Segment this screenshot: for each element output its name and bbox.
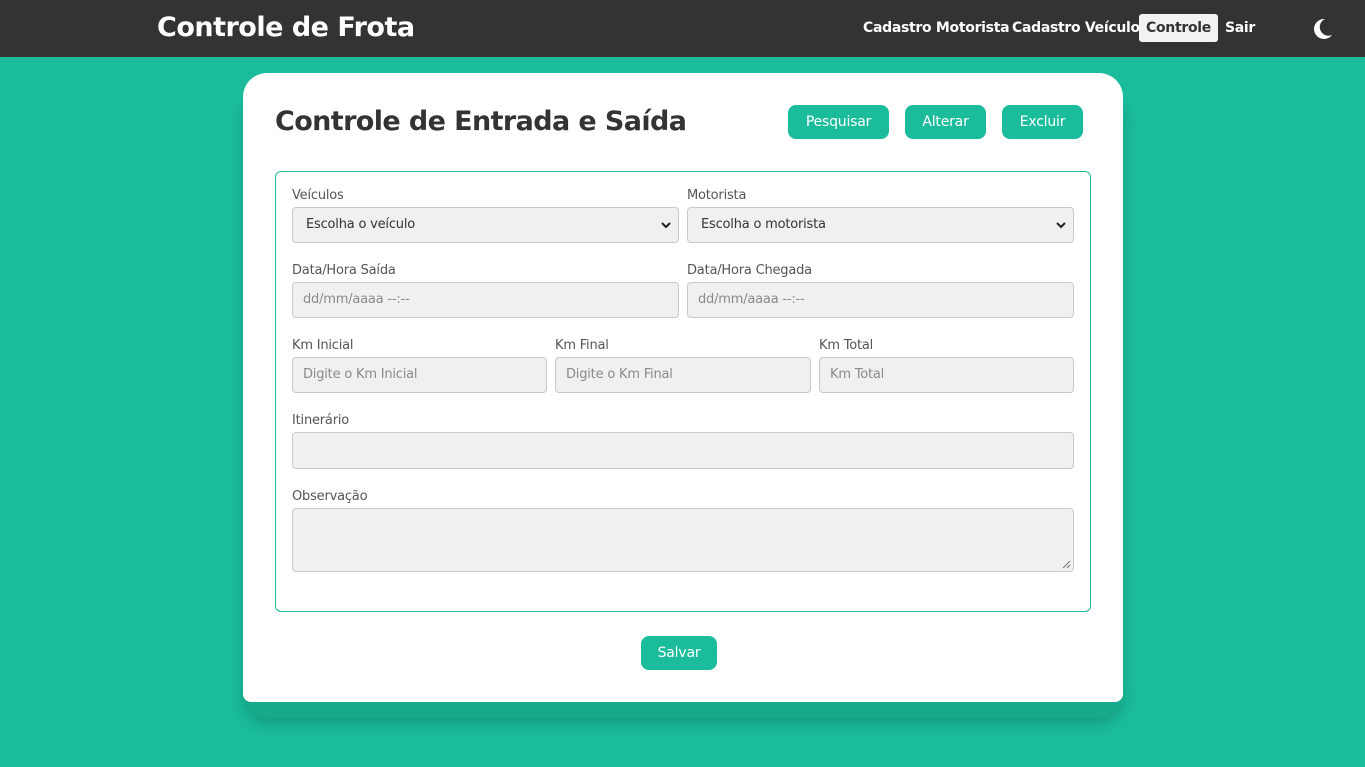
departure-label: Data/Hora Saída	[292, 263, 396, 278]
moon-icon[interactable]	[1309, 16, 1335, 42]
search-button[interactable]: Pesquisar	[788, 105, 889, 139]
km-end-label: Km Final	[555, 338, 609, 353]
edit-button[interactable]: Alterar	[905, 105, 986, 139]
km-total-label: Km Total	[819, 338, 874, 353]
vehicle-select-value: Escolha o veículo	[306, 217, 415, 232]
arrival-placeholder: dd/mm/aaaa --:--	[698, 292, 805, 307]
nav-cadastro-veiculo[interactable]: Cadastro Veículo	[1005, 14, 1147, 42]
chevron-down-icon	[1056, 222, 1066, 229]
chevron-down-icon	[661, 222, 671, 229]
itinerary-input[interactable]	[292, 432, 1074, 469]
arrival-datetime-input[interactable]: dd/mm/aaaa --:--	[687, 282, 1074, 318]
km-end-placeholder: Digite o Km Final	[566, 367, 673, 382]
driver-label: Motorista	[687, 188, 747, 203]
driver-select[interactable]: Escolha o motorista	[687, 207, 1074, 243]
departure-datetime-input[interactable]: dd/mm/aaaa --:--	[292, 282, 679, 318]
vehicle-select[interactable]: Escolha o veículo	[292, 207, 679, 243]
delete-button[interactable]: Excluir	[1002, 105, 1083, 139]
km-end-input[interactable]: Digite o Km Final	[555, 357, 811, 393]
notes-label: Observação	[292, 489, 368, 504]
nav-controle[interactable]: Controle	[1139, 14, 1218, 42]
km-start-label: Km Inicial	[292, 338, 354, 353]
km-start-placeholder: Digite o Km Inicial	[303, 367, 418, 382]
vehicle-label: Veículos	[292, 188, 344, 203]
km-total-input[interactable]: Km Total	[819, 357, 1074, 393]
driver-select-value: Escolha o motorista	[701, 217, 826, 232]
save-button[interactable]: Salvar	[641, 636, 717, 670]
top-navbar: Controle de Frota Cadastro Motorista Cad…	[0, 0, 1365, 57]
departure-placeholder: dd/mm/aaaa --:--	[303, 292, 410, 307]
itinerary-label: Itinerário	[292, 413, 350, 428]
notes-textarea[interactable]	[292, 508, 1074, 572]
km-total-placeholder: Km Total	[830, 367, 885, 382]
page-title: Controle de Entrada e Saída	[275, 106, 687, 137]
resize-grip-icon[interactable]	[1062, 560, 1071, 569]
nav-cadastro-motorista[interactable]: Cadastro Motorista	[856, 14, 1016, 42]
app-title: Controle de Frota	[157, 12, 415, 43]
nav-sair[interactable]: Sair	[1218, 14, 1262, 42]
arrival-label: Data/Hora Chegada	[687, 263, 812, 278]
km-start-input[interactable]: Digite o Km Inicial	[292, 357, 547, 393]
